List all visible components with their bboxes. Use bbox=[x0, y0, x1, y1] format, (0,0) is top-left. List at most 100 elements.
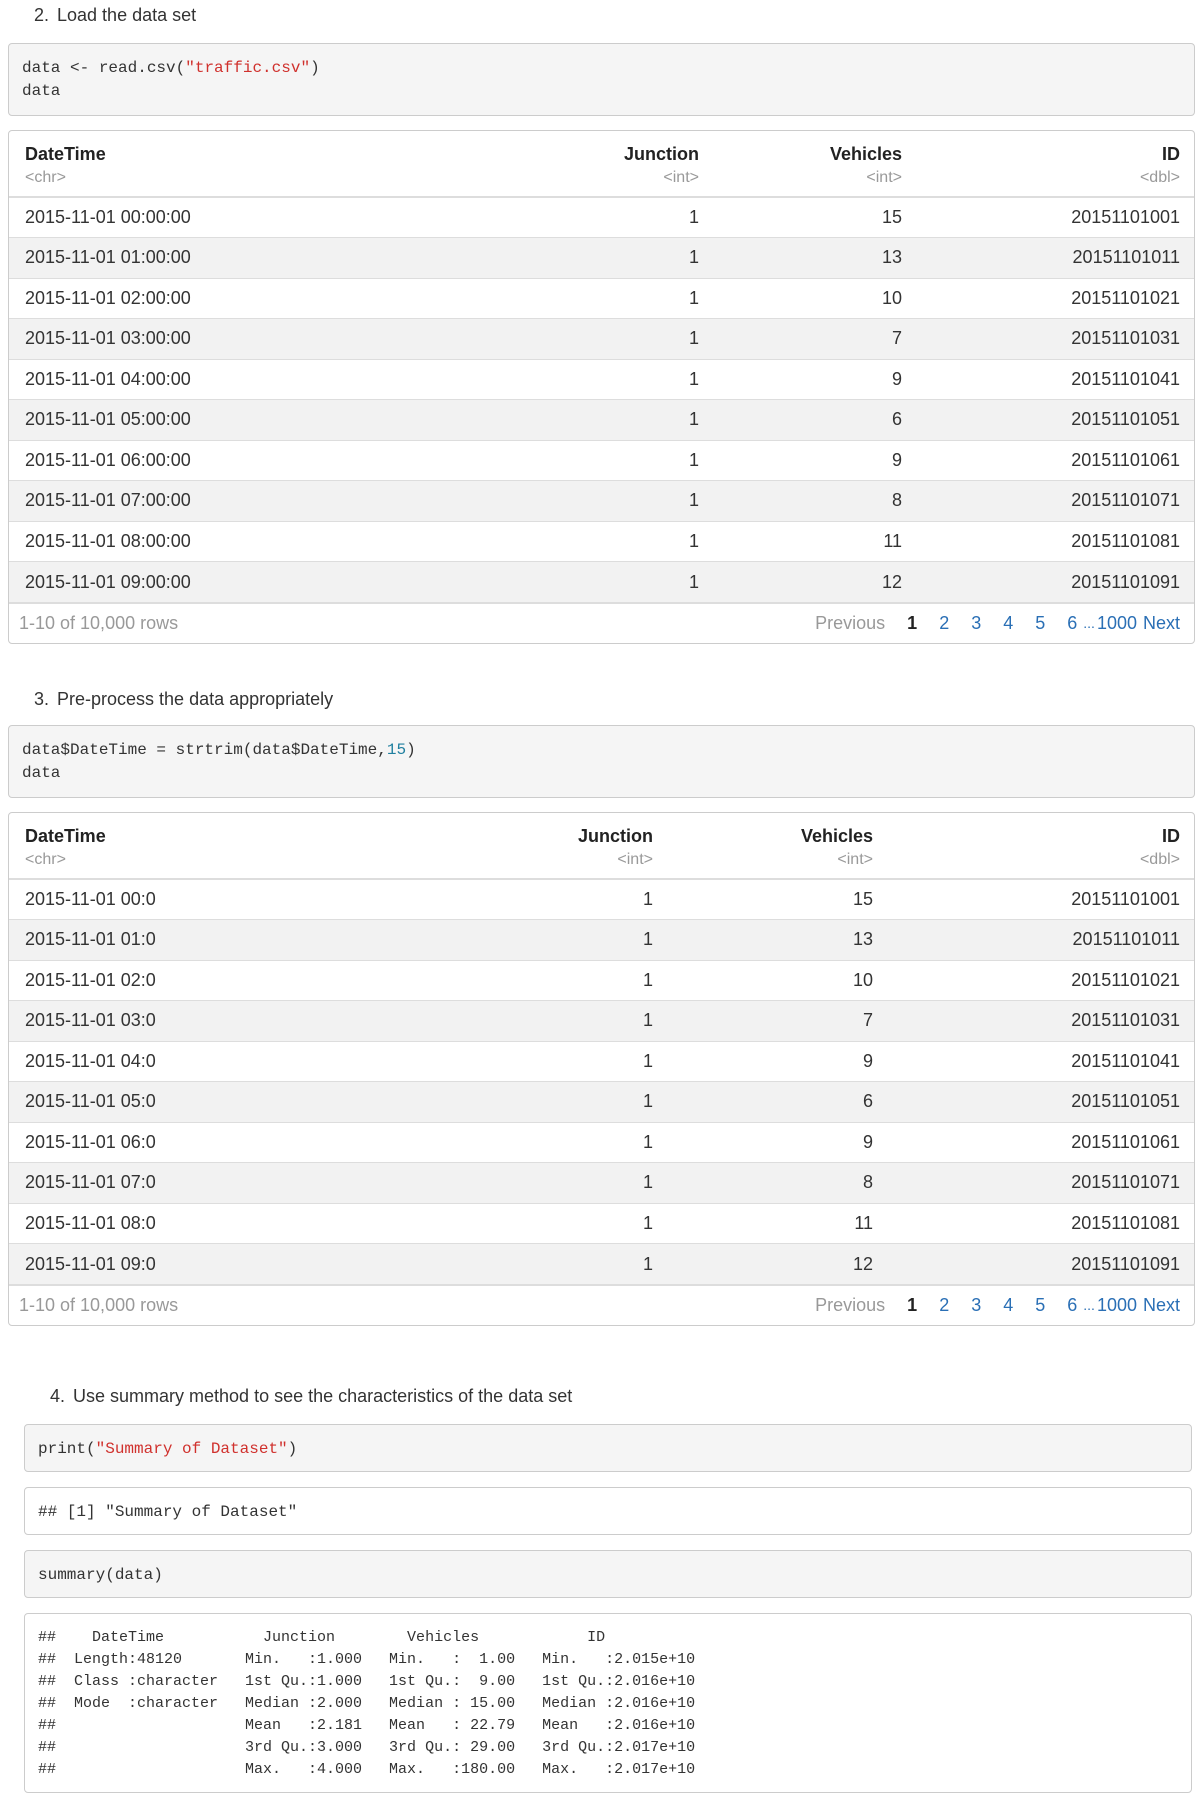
table-cell: 20151101071 bbox=[918, 480, 1194, 521]
table-cell: 1 bbox=[497, 237, 715, 278]
next-page-button[interactable]: Next bbox=[1143, 613, 1180, 634]
table-cell: 20151101011 bbox=[889, 919, 1194, 960]
table-cell: 15 bbox=[669, 878, 889, 920]
table-cell: 20151101031 bbox=[889, 1000, 1194, 1041]
table-cell: 1 bbox=[449, 959, 669, 1001]
table-cell: 20151101041 bbox=[889, 1040, 1194, 1082]
table-cell: 20151101011 bbox=[918, 237, 1194, 278]
table-cell: 9 bbox=[715, 439, 918, 481]
data-table-1: DateTime Junction Vehicles ID <chr> <int… bbox=[8, 130, 1195, 644]
page-button-2[interactable]: 2 bbox=[939, 1295, 949, 1316]
table-cell: 1 bbox=[497, 358, 715, 400]
table-row: 2015-11-01 02:0 1 10 20151101021 bbox=[9, 959, 1194, 1001]
code-block-print: print("Summary of Dataset") bbox=[24, 1424, 1192, 1472]
table-cell: 15 bbox=[715, 196, 918, 238]
table-cell: 11 bbox=[715, 520, 918, 562]
table-row: 2015-11-01 03:0 1 7 20151101031 bbox=[9, 1000, 1194, 1041]
table-cell: 2015-11-01 06:00:00 bbox=[9, 439, 497, 481]
table-cell: 20151101071 bbox=[889, 1162, 1194, 1203]
row-count-info: 1-10 of 10,000 rows bbox=[19, 612, 179, 633]
step-number: 2. bbox=[34, 5, 50, 25]
next-page-button[interactable]: Next bbox=[1143, 1295, 1180, 1316]
table-row: 2015-11-01 05:0 1 6 20151101051 bbox=[9, 1081, 1194, 1122]
table-cell: 20151101061 bbox=[918, 439, 1194, 481]
table-row: 2015-11-01 02:00:00 1 10 20151101021 bbox=[9, 277, 1194, 319]
column-header-datetime[interactable]: DateTime bbox=[9, 131, 497, 167]
pager-ellipsis: ... bbox=[1083, 1297, 1095, 1313]
table-row: 2015-11-01 04:00:00 1 9 20151101041 bbox=[9, 358, 1194, 400]
code-text: summary(data) bbox=[38, 1566, 163, 1584]
table-cell: 10 bbox=[669, 959, 889, 1001]
table-cell: 1 bbox=[449, 1121, 669, 1163]
table-row: 2015-11-01 05:00:00 1 6 20151101051 bbox=[9, 399, 1194, 440]
table-cell: 20151101091 bbox=[889, 1243, 1194, 1284]
table-row: 2015-11-01 01:00:00 1 13 20151101011 bbox=[9, 237, 1194, 278]
code-text: print( bbox=[38, 1440, 96, 1458]
step-number: 3. bbox=[34, 689, 50, 709]
page-button-3[interactable]: 3 bbox=[971, 613, 981, 634]
page-button-5[interactable]: 5 bbox=[1035, 1295, 1045, 1316]
table-cell: 12 bbox=[669, 1243, 889, 1284]
table-cell: 2015-11-01 05:0 bbox=[9, 1081, 449, 1122]
page-button-last[interactable]: 1000 bbox=[1097, 1295, 1137, 1316]
column-header-vehicles[interactable]: Vehicles bbox=[669, 813, 889, 849]
table-row: 2015-11-01 08:00:00 1 11 20151101081 bbox=[9, 520, 1194, 562]
table-row: 2015-11-01 07:00:00 1 8 20151101071 bbox=[9, 480, 1194, 521]
column-type: <int> bbox=[497, 167, 715, 198]
table-pager: 1-10 of 10,000 rows Previous 1 2 3 4 5 6… bbox=[9, 1284, 1194, 1324]
table-cell: 1 bbox=[449, 1040, 669, 1082]
page-button-5[interactable]: 5 bbox=[1035, 613, 1045, 634]
table-cell: 13 bbox=[715, 237, 918, 278]
table-cell: 2015-11-01 05:00:00 bbox=[9, 399, 497, 440]
column-header-vehicles[interactable]: Vehicles bbox=[715, 131, 918, 167]
table-cell: 20151101091 bbox=[918, 561, 1194, 602]
table-row: 2015-11-01 09:00:00 1 12 20151101091 bbox=[9, 561, 1194, 602]
page-button-last[interactable]: 1000 bbox=[1097, 613, 1137, 634]
previous-page-button[interactable]: Previous bbox=[815, 613, 885, 634]
page-button-1[interactable]: 1 bbox=[907, 613, 917, 634]
column-type: <dbl> bbox=[889, 849, 1194, 880]
table-cell: 1 bbox=[449, 1162, 669, 1203]
table-cell: 2015-11-01 04:00:00 bbox=[9, 358, 497, 400]
page-button-3[interactable]: 3 bbox=[971, 1295, 981, 1316]
column-header-id[interactable]: ID bbox=[889, 813, 1194, 849]
table-cell: 9 bbox=[669, 1040, 889, 1082]
step-heading-preprocess: 3. Pre-process the data appropriately bbox=[34, 689, 333, 710]
table-cell: 20151101051 bbox=[889, 1081, 1194, 1122]
table-cell: 20151101051 bbox=[918, 399, 1194, 440]
code-text: data bbox=[22, 764, 61, 782]
step-heading-summary: 4. Use summary method to see the characte… bbox=[50, 1386, 572, 1407]
page-button-1[interactable]: 1 bbox=[907, 1295, 917, 1316]
code-text: data <- read.csv( bbox=[22, 59, 186, 77]
table-row: 2015-11-01 09:0 1 12 20151101091 bbox=[9, 1243, 1194, 1284]
table-cell: 20151101001 bbox=[918, 196, 1194, 238]
page-button-4[interactable]: 4 bbox=[1003, 1295, 1013, 1316]
table-cell: 10 bbox=[715, 277, 918, 319]
table-cell: 1 bbox=[449, 1081, 669, 1122]
table-cell: 20151101021 bbox=[918, 277, 1194, 319]
table-cell: 1 bbox=[497, 561, 715, 602]
table-row: 2015-11-01 06:00:00 1 9 20151101061 bbox=[9, 439, 1194, 481]
column-header-datetime[interactable]: DateTime bbox=[9, 813, 449, 849]
table-cell: 1 bbox=[449, 919, 669, 960]
table-row: 2015-11-01 06:0 1 9 20151101061 bbox=[9, 1121, 1194, 1163]
table-cell: 7 bbox=[715, 318, 918, 359]
page-button-6[interactable]: 6 bbox=[1067, 1295, 1077, 1316]
table-cell: 1 bbox=[449, 1202, 669, 1244]
page-button-4[interactable]: 4 bbox=[1003, 613, 1013, 634]
page-button-6[interactable]: 6 bbox=[1067, 613, 1077, 634]
column-header-junction[interactable]: Junction bbox=[449, 813, 669, 849]
table-row: 2015-11-01 07:0 1 8 20151101071 bbox=[9, 1162, 1194, 1203]
page-button-2[interactable]: 2 bbox=[939, 613, 949, 634]
table-cell: 2015-11-01 09:0 bbox=[9, 1243, 449, 1284]
table-cell: 6 bbox=[669, 1081, 889, 1122]
table-row: 2015-11-01 08:0 1 11 20151101081 bbox=[9, 1202, 1194, 1244]
previous-page-button[interactable]: Previous bbox=[815, 1295, 885, 1316]
column-header-junction[interactable]: Junction bbox=[497, 131, 715, 167]
table-cell: 2015-11-01 02:00:00 bbox=[9, 277, 497, 319]
column-type: <int> bbox=[449, 849, 669, 880]
code-block-strtrim: data$DateTime = strtrim(data$DateTime,15… bbox=[8, 725, 1195, 798]
step-number: 4. bbox=[50, 1386, 66, 1406]
column-header-id[interactable]: ID bbox=[918, 131, 1194, 167]
table-row: 2015-11-01 04:0 1 9 20151101041 bbox=[9, 1040, 1194, 1082]
